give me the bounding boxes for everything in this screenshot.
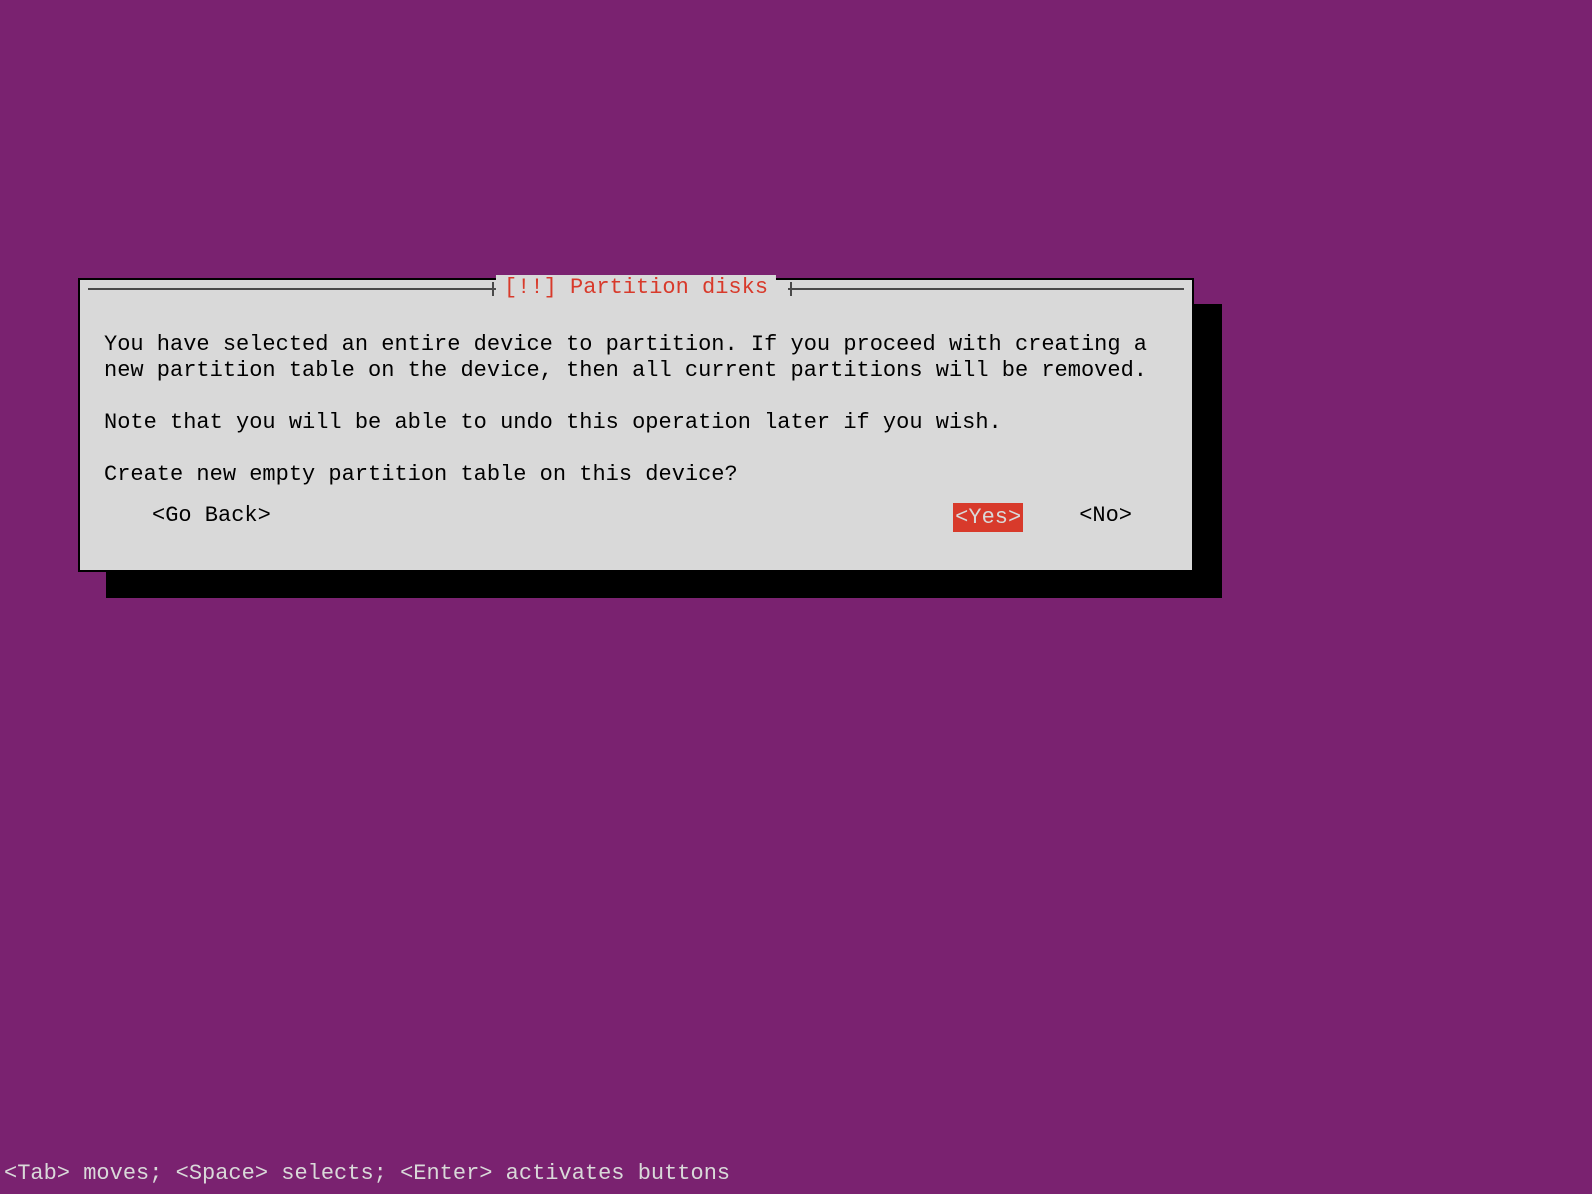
dialog-paragraph: Note that you will be able to undo this …: [104, 410, 1168, 436]
dialog-border-decoration: [492, 282, 494, 296]
dialog-body: You have selected an entire device to pa…: [88, 288, 1184, 488]
no-button[interactable]: <No>: [1079, 503, 1132, 532]
dialog-border-decoration: [88, 288, 496, 290]
spacer: [271, 503, 953, 532]
dialog-paragraph: You have selected an entire device to pa…: [104, 332, 1168, 384]
yes-button[interactable]: <Yes>: [953, 503, 1023, 532]
button-row: <Go Back> <Yes> <No>: [88, 503, 1184, 532]
dialog-border-decoration: [788, 288, 1184, 290]
go-back-button[interactable]: <Go Back>: [152, 503, 271, 532]
dialog-border-decoration: [790, 282, 792, 296]
dialog-paragraph: Create new empty partition table on this…: [104, 462, 1168, 488]
partition-dialog: [!!] Partition disks You have selected a…: [78, 278, 1194, 572]
footer-hint: <Tab> moves; <Space> selects; <Enter> ac…: [4, 1161, 730, 1186]
dialog-inner: [!!] Partition disks You have selected a…: [88, 288, 1184, 562]
dialog-title: [!!] Partition disks: [496, 275, 776, 300]
